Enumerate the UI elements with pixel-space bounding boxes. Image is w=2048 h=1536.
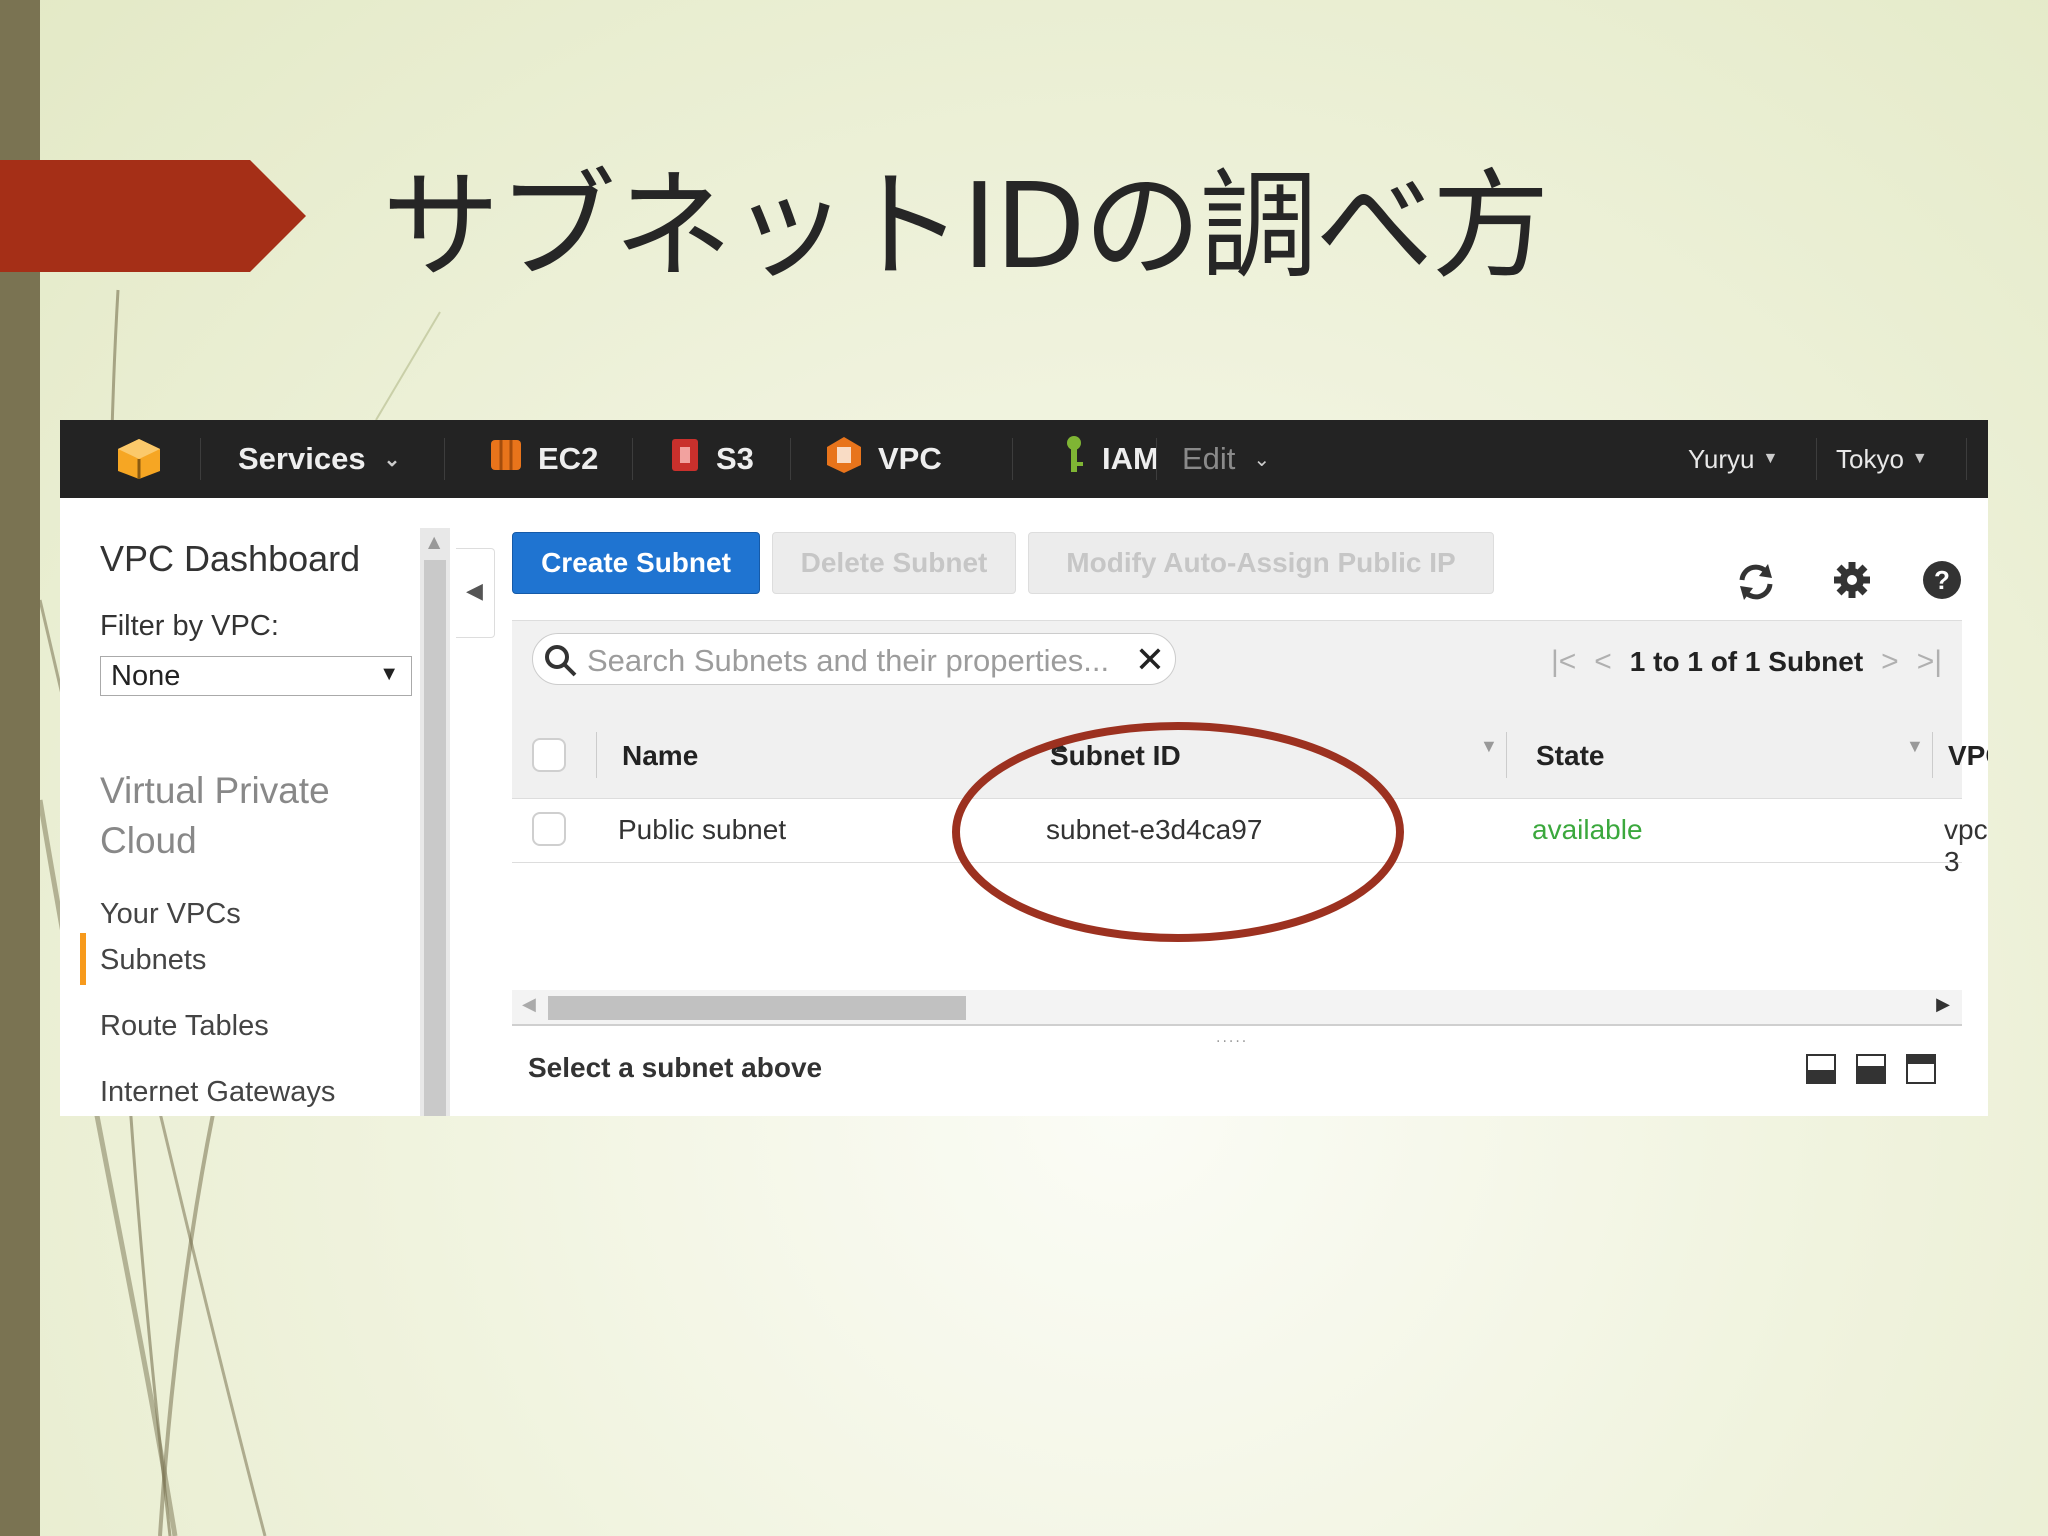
sidebar-item-subnets[interactable]: Subnets <box>100 944 206 977</box>
nav-s3-label: S3 <box>716 441 754 476</box>
scroll-up-icon[interactable]: ▲ <box>428 532 440 551</box>
ec2-icon <box>488 436 524 482</box>
clear-search-icon[interactable]: ✕ <box>1135 640 1165 681</box>
nav-ec2-label: EC2 <box>538 441 599 476</box>
sidebar-scroll-thumb[interactable] <box>424 560 446 1116</box>
create-subnet-button[interactable]: Create Subnet <box>512 532 760 594</box>
select-all-checkbox[interactable] <box>532 738 566 772</box>
scroll-left-icon[interactable]: ◀ <box>522 994 536 1015</box>
next-page-icon[interactable]: > <box>1881 645 1899 679</box>
nav-s3[interactable]: S3 <box>668 420 754 498</box>
search-input[interactable]: Search Subnets and their properties... ✕ <box>532 633 1176 685</box>
table-header: Name ▲ Subnet ID ▼ State ▼ VPC <box>512 710 1988 799</box>
layout-bottom-icon[interactable] <box>1806 1054 1836 1084</box>
sidebar-item-internet-gateways[interactable]: Internet Gateways <box>100 1076 335 1109</box>
top-nav-bar: Services ⌄ EC2 S3 VPC IAM Edit ⌄ Yuryu ▼… <box>60 420 1988 498</box>
cell-vpc: vpc-3 <box>1944 814 1988 877</box>
vpc-icon <box>824 435 864 483</box>
user-label: Yuryu <box>1688 443 1755 474</box>
table-horizontal-scrollbar[interactable]: ◀ ▶ <box>512 990 1962 1026</box>
resize-grip[interactable]: ..... <box>1216 1030 1248 1046</box>
active-indicator <box>80 933 86 985</box>
edit-menu[interactable]: Edit ⌄ <box>1182 420 1270 498</box>
scroll-right-icon[interactable]: ▶ <box>1936 994 1950 1015</box>
table-row[interactable]: Public subnet subnet-e3d4ca97 available … <box>512 798 1988 877</box>
detail-pane-message: Select a subnet above <box>528 1052 823 1083</box>
aws-logo[interactable] <box>116 420 162 498</box>
sidebar-item-route-tables[interactable]: Route Tables <box>100 1010 269 1043</box>
sidebar-title[interactable]: VPC Dashboard <box>100 538 360 580</box>
pagination-count: 1 to 1 of 1 Subnet <box>1629 646 1864 677</box>
delete-subnet-button[interactable]: Delete Subnet <box>772 532 1016 594</box>
iam-key-icon <box>1060 434 1088 484</box>
vpc-filter-select[interactable]: None ▼ <box>100 656 412 696</box>
edit-label: Edit <box>1182 441 1236 476</box>
search-placeholder: Search Subnets and their properties... <box>587 643 1110 678</box>
slide-title: サブネットIDの調べ方 <box>382 157 1550 295</box>
chevron-down-icon: ▼ <box>1911 450 1928 467</box>
chevron-down-icon: ▼ <box>1762 450 1779 467</box>
region-menu[interactable]: Tokyo ▼ <box>1836 420 1928 498</box>
prev-page-icon[interactable]: < <box>1594 645 1612 679</box>
row-checkbox[interactable] <box>532 812 566 846</box>
horizontal-scroll-thumb[interactable] <box>548 996 966 1020</box>
nav-iam-label: IAM <box>1102 441 1159 476</box>
filter-label: Filter by VPC: <box>100 610 279 642</box>
aws-console-screenshot: Services ⌄ EC2 S3 VPC IAM Edit ⌄ Yuryu ▼… <box>60 420 1988 1116</box>
svg-text:?: ? <box>1934 565 1950 595</box>
sort-icon[interactable]: ▼ <box>1480 736 1498 757</box>
sidebar-group-title: Virtual Private Cloud <box>100 770 330 861</box>
cell-subnet-id: subnet-e3d4ca97 <box>1046 814 1263 845</box>
help-icon[interactable]: ? <box>1920 558 1964 612</box>
services-label: Services <box>238 441 366 476</box>
nav-iam[interactable]: IAM <box>1060 420 1159 498</box>
nav-ec2[interactable]: EC2 <box>488 420 598 498</box>
region-label: Tokyo <box>1836 443 1904 474</box>
vpc-filter-value: None <box>111 660 181 692</box>
collapse-sidebar-button[interactable]: ◀ <box>456 548 495 638</box>
sort-icon[interactable]: ▼ <box>1906 736 1924 757</box>
layout-split-icon[interactable] <box>1856 1054 1886 1084</box>
column-header-vpc[interactable]: VPC <box>1948 740 1988 772</box>
chevron-left-icon: ◀ <box>466 579 483 604</box>
refresh-icon[interactable] <box>1732 558 1780 616</box>
sidebar: VPC Dashboard Filter by VPC: None ▼ Virt… <box>60 498 420 1116</box>
sidebar-scrollbar[interactable]: ▲ <box>420 528 450 1116</box>
user-menu[interactable]: Yuryu ▼ <box>1688 420 1778 498</box>
dropdown-arrow-icon: ▼ <box>379 663 399 685</box>
services-menu[interactable]: Services ⌄ <box>238 420 400 498</box>
first-page-icon[interactable]: |< <box>1551 645 1576 679</box>
column-header-subnet-id[interactable]: Subnet ID <box>1050 740 1181 772</box>
search-toolbar: Search Subnets and their properties... ✕… <box>512 620 1962 711</box>
layout-top-icon[interactable] <box>1906 1054 1936 1084</box>
title-arrow-shape <box>0 160 306 272</box>
modify-auto-assign-button[interactable]: Modify Auto-Assign Public IP <box>1028 532 1494 594</box>
nav-vpc-label: VPC <box>878 441 942 476</box>
column-header-state[interactable]: State <box>1536 740 1604 772</box>
cell-name: Public subnet <box>618 814 787 845</box>
gear-icon[interactable] <box>1830 558 1874 612</box>
search-icon <box>543 643 579 683</box>
column-header-name[interactable]: Name <box>622 740 698 772</box>
chevron-down-icon: ⌄ <box>383 448 401 471</box>
cell-state: available <box>1532 814 1643 845</box>
sidebar-item-your-vpcs[interactable]: Your VPCs <box>100 898 241 931</box>
aws-cube-icon <box>118 439 160 479</box>
last-page-icon[interactable]: >| <box>1917 645 1942 679</box>
s3-icon <box>668 435 702 483</box>
chevron-down-icon: ⌄ <box>1253 448 1271 471</box>
pagination: |< < 1 to 1 of 1 Subnet > >| <box>1551 645 1942 679</box>
nav-vpc[interactable]: VPC <box>824 420 942 498</box>
